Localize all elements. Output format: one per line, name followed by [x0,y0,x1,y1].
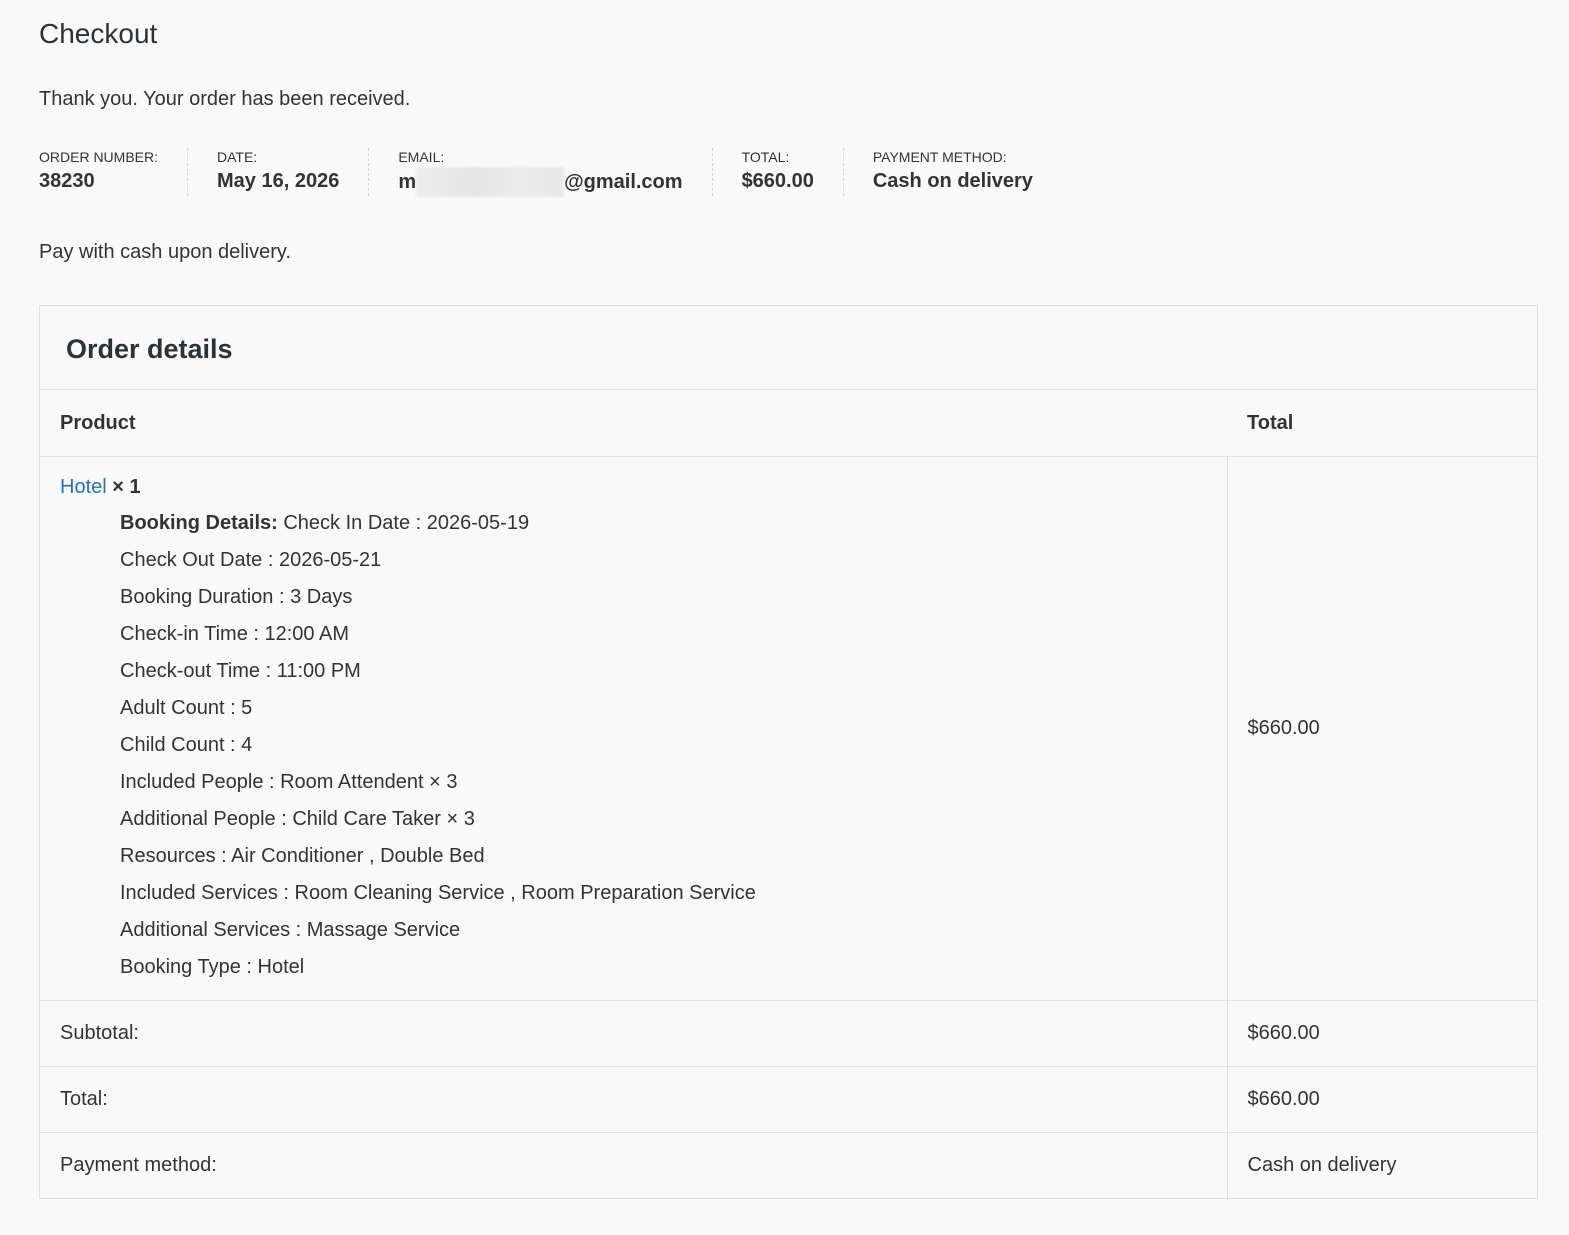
overview-total: Total: $660.00 [713,148,844,196]
order-details-table: Product Total Hotel × 1 Booking Details:… [40,390,1537,1198]
subtotal-value: $660.00 [1247,1022,1320,1044]
product-quantity: × 1 [112,476,141,498]
booking-meta-item: Booking Duration : 3 Days [120,586,353,608]
overview-order-number: Order number: 38230 [39,148,189,196]
email-value: m @gmail.com [398,167,683,197]
order-received-notice: Thank you. Your order has been received. [39,88,411,110]
order-number-value: 38230 [39,170,95,192]
total-label: Total: [741,149,790,165]
subtotal-label: Subtotal: [40,1000,1228,1067]
booking-meta-item: Additional Services : Massage Service [120,919,461,941]
booking-meta-item: Check-in Time : 12:00 AM [120,623,349,645]
overview-date: Date: May 16, 2026 [188,148,370,196]
payment-instructions: Pay with cash upon delivery. [39,241,291,263]
table-header-row: Product Total [40,390,1537,457]
overview-email: Email: m @gmail.com [369,148,713,197]
subtotal-row: Subtotal: $660.00 [40,1000,1537,1067]
order-overview: Order number: 38230 Date: May 16, 2026 E… [39,148,1062,197]
order-details-section: Order details Product Total Hotel × 1 Bo… [39,305,1538,1199]
overview-payment-method: Payment method: Cash on delivery [844,148,1062,196]
booking-meta-item: Booking Type : Hotel [120,956,305,978]
column-header-product: Product [40,390,1227,457]
payment-method-value: Cash on delivery [872,170,1033,192]
email-redaction-blur [416,167,565,197]
item-total-cell: $660.00 [1247,717,1320,739]
email-suffix: @gmail.com [564,171,683,193]
booking-meta-item: Booking Details: Check In Date : 2026-05… [120,505,1207,542]
booking-meta-item: Check-out Time : 11:00 PM [120,660,361,682]
booking-details-label: Booking Details: [120,512,278,534]
payment-method-label: Payment method: [872,149,1007,165]
payment-method-row-value: Cash on delivery [1247,1154,1397,1176]
product-cell: Hotel × 1 Booking Details: Check In Date… [40,456,1228,1001]
email-prefix: m [398,171,417,193]
booking-meta-list: Booking Details: Check In Date : 2026-05… [120,505,1207,986]
order-details-heading: Order details [40,306,1537,390]
booking-meta-value: Check In Date : 2026-05-19 [283,512,530,534]
order-total-row: Total: $660.00 [40,1066,1537,1133]
date-value: May 16, 2026 [217,170,340,192]
booking-meta-item: Additional People : Child Care Taker × 3 [120,808,475,830]
booking-meta-item: Child Count : 4 [120,734,253,756]
total-value: $660.00 [741,170,814,192]
order-number-label: Order number: [39,149,159,165]
booking-meta-item: Included Services : Room Cleaning Servic… [120,882,756,904]
booking-meta-item: Check Out Date : 2026-05-21 [120,549,382,571]
payment-method-row: Payment method: Cash on delivery [40,1132,1537,1198]
payment-method-row-label: Payment method: [40,1132,1228,1198]
booking-meta-item: Resources : Air Conditioner , Double Bed [120,845,485,867]
column-header-total: Total [1227,390,1537,457]
order-item-row: Hotel × 1 Booking Details: Check In Date… [40,456,1537,1001]
booking-meta-item: Adult Count : 5 [120,697,253,719]
page-title: Checkout [39,18,158,49]
date-label: Date: [217,149,258,165]
order-total-label: Total: [40,1066,1228,1133]
order-total-value: $660.00 [1247,1088,1320,1110]
product-link-hotel[interactable]: Hotel [60,476,107,498]
email-label: Email: [398,149,445,165]
booking-meta-item: Included People : Room Attendent × 3 [120,771,458,793]
